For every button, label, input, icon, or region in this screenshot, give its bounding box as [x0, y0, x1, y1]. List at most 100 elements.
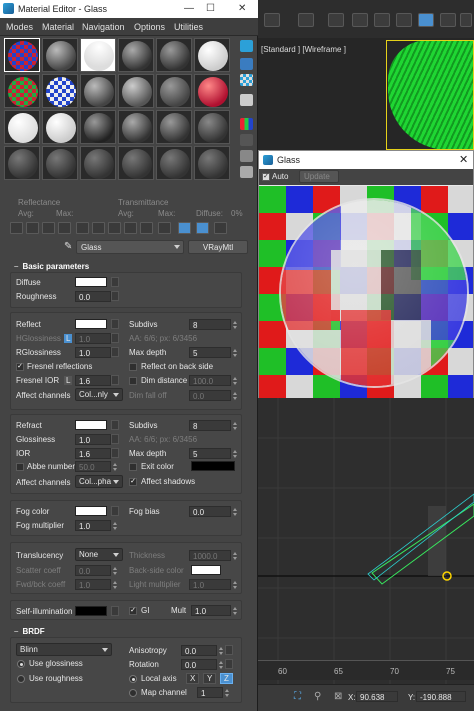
- refract-color-swatch[interactable]: [75, 420, 107, 430]
- map-channel-input[interactable]: 1: [197, 687, 229, 698]
- spinner-icon[interactable]: [113, 581, 118, 589]
- affect-shadows-checkbox[interactable]: ✓: [129, 478, 137, 486]
- glass-window-titlebar[interactable]: Glass ✕: [259, 151, 473, 169]
- absolute-mode-icon[interactable]: ⊠: [334, 691, 342, 702]
- spinner-icon[interactable]: [233, 450, 238, 458]
- background-icon[interactable]: [240, 74, 253, 86]
- thickness-input[interactable]: 1000.0: [189, 550, 237, 561]
- brdf-header[interactable]: BRDF: [14, 627, 44, 636]
- uv-tiling-icon[interactable]: [240, 94, 253, 106]
- rotation-input[interactable]: 0.0: [181, 659, 223, 670]
- ior-map-button[interactable]: [111, 448, 119, 458]
- toolbar-icon[interactable]: [264, 13, 280, 27]
- show-map-icon[interactable]: [196, 222, 209, 234]
- sample-slot[interactable]: [80, 38, 116, 72]
- put-material-icon[interactable]: [26, 222, 39, 234]
- hglossiness-input[interactable]: 1.0: [75, 333, 117, 344]
- toolbar-icon[interactable]: [374, 13, 390, 27]
- make-preview-icon[interactable]: [240, 134, 253, 146]
- sample-slot[interactable]: [156, 74, 192, 108]
- axis-y-button[interactable]: Y: [203, 673, 217, 684]
- toolbar-icon[interactable]: [440, 13, 456, 27]
- fog-color-swatch[interactable]: [75, 506, 107, 516]
- toolbar-icon[interactable]: [352, 13, 368, 27]
- fresnel-reflections-checkbox[interactable]: ✓: [16, 363, 24, 371]
- backlight-icon[interactable]: [240, 58, 253, 70]
- spinner-icon[interactable]: [233, 607, 238, 615]
- sample-slot[interactable]: [118, 110, 154, 144]
- reflect-on-back-checkbox[interactable]: [129, 363, 137, 371]
- viewport-label[interactable]: [Standard ] [Wireframe ]: [261, 45, 346, 54]
- material-editor-titlebar[interactable]: Material Editor - Glass — ☐ ✕: [0, 0, 258, 18]
- use-glossiness-radio[interactable]: [17, 660, 25, 668]
- toolbar-icon[interactable]: [328, 13, 344, 27]
- isolate-icon[interactable]: ⚲: [314, 691, 321, 702]
- spinner-icon[interactable]: [225, 689, 230, 697]
- spinner-icon[interactable]: [233, 508, 238, 516]
- spinner-icon[interactable]: [219, 661, 224, 669]
- spinner-icon[interactable]: [233, 377, 238, 385]
- spinner-icon[interactable]: [113, 567, 118, 575]
- rglossiness-map-button[interactable]: [111, 347, 119, 357]
- menu-modes[interactable]: Modes: [6, 22, 33, 32]
- refract-map-button[interactable]: [111, 420, 119, 430]
- self-illumination-map-button[interactable]: [111, 606, 119, 616]
- abbe-input[interactable]: 50.0: [75, 461, 117, 472]
- refract-subdivs-input[interactable]: 8: [189, 420, 237, 431]
- ior-input[interactable]: 1.6: [75, 448, 117, 459]
- go-to-parent-icon[interactable]: [158, 222, 171, 234]
- make-unique-icon[interactable]: [76, 222, 89, 234]
- sample-slot[interactable]: [156, 110, 192, 144]
- translucency-dropdown[interactable]: None: [75, 548, 123, 561]
- viewport-top[interactable]: 60 65 70 75: [258, 398, 474, 711]
- light-multiplier-input[interactable]: 1.0: [189, 579, 237, 590]
- abbe-checkbox[interactable]: [16, 463, 24, 471]
- local-axis-radio[interactable]: [129, 675, 137, 683]
- assign-material-icon[interactable]: [42, 222, 55, 234]
- gi-checkbox[interactable]: ✓: [129, 607, 137, 615]
- material-editor-toolbar-icon[interactable]: [418, 13, 434, 27]
- dim-falloff-input[interactable]: 0.0: [189, 390, 237, 401]
- close-icon[interactable]: ✕: [238, 3, 246, 14]
- refract-affect-channels-dropdown[interactable]: Col...pha: [75, 475, 123, 488]
- sample-slot[interactable]: [118, 146, 154, 180]
- x-coordinate-input[interactable]: 90.638: [356, 691, 398, 702]
- spinner-icon[interactable]: [233, 392, 238, 400]
- sample-slot[interactable]: [194, 74, 230, 108]
- sample-slot[interactable]: [194, 110, 230, 144]
- rglossiness-input[interactable]: 1.0: [75, 347, 117, 358]
- sample-slot[interactable]: [80, 74, 116, 108]
- axis-z-button[interactable]: Z: [220, 673, 233, 684]
- refract-max-depth-input[interactable]: 5: [189, 448, 237, 459]
- reset-map-icon[interactable]: [58, 222, 71, 234]
- lock-button[interactable]: L: [64, 334, 73, 343]
- show-end-result-icon[interactable]: [140, 222, 153, 234]
- sample-slot[interactable]: [42, 38, 78, 72]
- affect-channels-dropdown[interactable]: Col...nly: [75, 388, 123, 401]
- background-toggle-icon[interactable]: [214, 222, 227, 234]
- map-channel-radio[interactable]: [129, 689, 137, 697]
- menu-material[interactable]: Material: [42, 22, 74, 32]
- glossiness-input[interactable]: 1.0: [75, 434, 117, 445]
- spinner-icon[interactable]: [233, 552, 238, 560]
- sample-slot[interactable]: [80, 110, 116, 144]
- show-shaded-icon[interactable]: [124, 222, 137, 234]
- close-icon[interactable]: ✕: [459, 153, 468, 166]
- diffuse-color-swatch[interactable]: [75, 277, 107, 287]
- fresnel-ior-input[interactable]: 1.6: [75, 375, 117, 386]
- spinner-icon[interactable]: [113, 522, 118, 530]
- maximize-icon[interactable]: ☐: [206, 3, 215, 14]
- reflect-color-swatch[interactable]: [75, 319, 107, 329]
- sample-slot[interactable]: [4, 38, 40, 72]
- anisotropy-map-button[interactable]: [225, 645, 233, 655]
- spinner-icon[interactable]: [233, 321, 238, 329]
- sample-slot[interactable]: [4, 146, 40, 180]
- sample-slot[interactable]: [4, 74, 40, 108]
- eyedropper-icon[interactable]: ✎: [64, 241, 72, 252]
- toolbar-icon[interactable]: [298, 13, 314, 27]
- diffuse-map-button[interactable]: [111, 277, 119, 287]
- menu-options[interactable]: Options: [134, 22, 165, 32]
- axis-x-button[interactable]: X: [186, 673, 200, 684]
- select-by-material-icon[interactable]: [240, 166, 253, 178]
- y-coordinate-input[interactable]: -190.888: [416, 691, 466, 702]
